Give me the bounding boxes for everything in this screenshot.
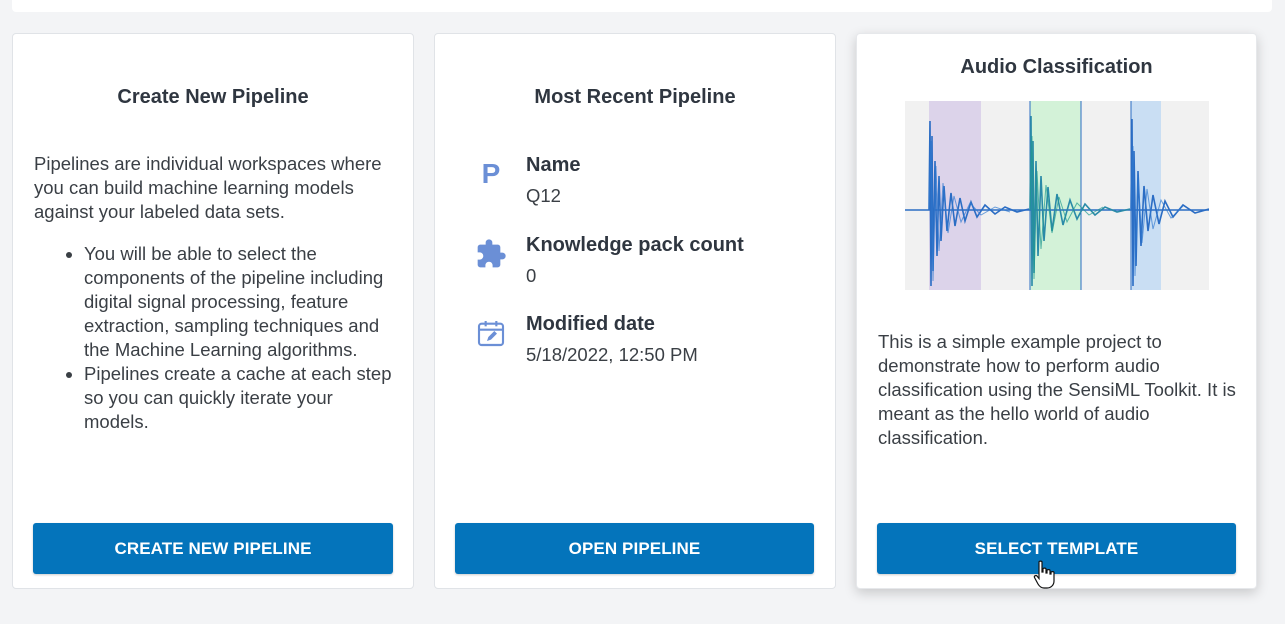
list-item: You will be able to select the component…: [84, 242, 395, 362]
most-recent-pipeline-card: Most Recent Pipeline P Name Q12 Knowledg…: [434, 33, 836, 589]
create-new-pipeline-button[interactable]: CREATE NEW PIPELINE: [33, 523, 393, 574]
calendar-edit-icon: [477, 321, 505, 347]
field-label: Modified date: [526, 313, 655, 335]
hand-pointer-cursor-icon: [1033, 560, 1055, 589]
field-value: 5/18/2022, 12:50 PM: [526, 344, 698, 365]
audio-waveform-image: [905, 101, 1209, 290]
card-title: Create New Pipeline: [117, 86, 309, 108]
create-pipeline-card: Create New Pipeline Pipelines are indivi…: [12, 33, 414, 589]
select-template-button[interactable]: SELECT TEMPLATE: [877, 523, 1236, 574]
open-pipeline-button[interactable]: OPEN PIPELINE: [455, 523, 814, 574]
audio-classification-template-card: Audio Classification This is a simple ex…: [856, 33, 1257, 589]
card-title: Audio Classification: [960, 56, 1153, 78]
feature-list: You will be able to select the component…: [34, 242, 395, 434]
list-item: Pipelines create a cache at each step so…: [84, 362, 395, 434]
field-label: Name: [526, 154, 581, 176]
top-panel-edge: [12, 0, 1272, 12]
card-description: This is a simple example project to demo…: [878, 331, 1236, 448]
card-title: Most Recent Pipeline: [534, 86, 736, 108]
puzzle-icon: [477, 239, 506, 268]
p-letter-icon: P: [481, 158, 501, 189]
card-description: Pipelines are individual workspaces wher…: [34, 153, 382, 222]
field-label: Knowledge pack count: [526, 234, 744, 256]
field-value: Q12: [526, 185, 561, 206]
field-value: 0: [526, 265, 537, 286]
